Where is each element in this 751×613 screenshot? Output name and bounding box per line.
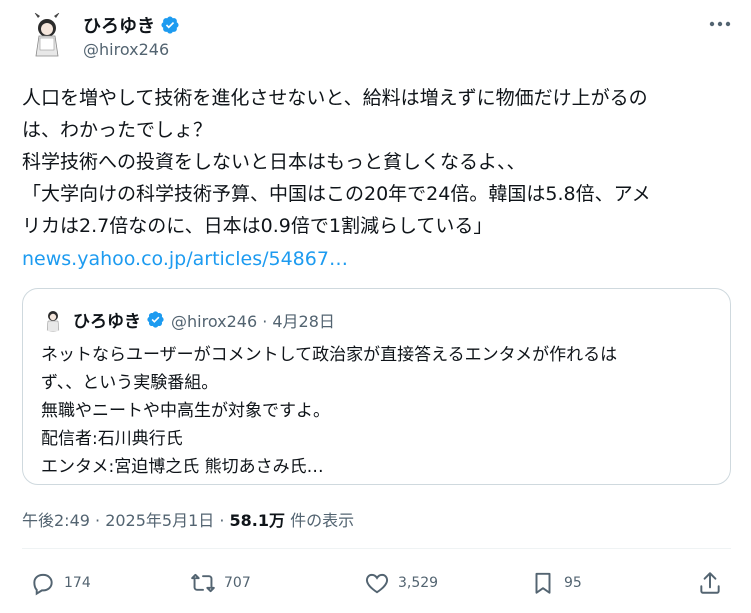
reply-icon	[33, 573, 53, 596]
quoted-author-avatar	[41, 308, 65, 332]
article-link[interactable]: news.yahoo.co.jp/articles/54867…	[22, 243, 348, 275]
share-button[interactable]	[697, 565, 723, 601]
verified-badge-icon	[160, 15, 180, 35]
timestamp[interactable]: 午後2:49 · 2025年5月1日 ·	[22, 511, 230, 530]
reply-button[interactable]: 174	[30, 565, 91, 601]
view-label: 件の表示	[285, 511, 355, 530]
tweet-text: 人口を増やして技術を進化させないと、給料は増えずに物価だけ上がるの は、わかった…	[22, 82, 737, 242]
like-count: 3,529	[398, 575, 439, 591]
quoted-line: 配信者:石川典行氏	[41, 429, 183, 449]
author-name[interactable]: ひろゆき	[83, 12, 155, 38]
tweet-line: 「大学向けの科学技術予算、中国はこの20年で24倍。韓国は5.8倍、アメ	[22, 183, 651, 205]
quoted-header: ひろゆき @hirox246 · 4月28日	[73, 307, 335, 332]
quoted-line: ず、、という実験番組。	[41, 373, 219, 393]
author-name-row: ひろゆき	[83, 12, 180, 38]
like-icon	[365, 573, 389, 594]
quoted-line: エンタメ:宮迫博之氏 熊切あさみ氏…	[41, 457, 324, 477]
more-icon[interactable]	[706, 12, 734, 36]
tweet-line: リカは2.7倍なのに、日本は0.9倍で1割減らしている」	[22, 215, 493, 237]
bookmark-button[interactable]: 95	[530, 565, 582, 601]
tweet-line: 人口を増やして技術を進化させないと、給料は増えずに物価だけ上がるの	[22, 87, 648, 109]
repost-count: 707	[224, 575, 251, 591]
tweet-line: は、わかったでしょ？	[22, 119, 213, 141]
quoted-meta: @hirox246 · 4月28日	[171, 311, 335, 331]
quoted-line: 無職やニートや中高生が対象ですよ。	[41, 401, 330, 421]
repost-icon	[191, 573, 215, 593]
quoted-tweet[interactable]: ひろゆき @hirox246 · 4月28日 ネットならユーザーがコメントして政…	[22, 288, 731, 485]
quoted-author-name: ひろゆき	[73, 312, 141, 332]
divider	[22, 548, 731, 549]
author-handle[interactable]: @hirox246	[83, 40, 169, 59]
repost-button[interactable]: 707	[190, 565, 251, 601]
tweet-meta: 午後2:49 · 2025年5月1日 · 58.1万 件の表示	[22, 507, 354, 531]
tweet-line: 科学技術への投資をしないと日本はもっと貧しくなるよ、、	[22, 151, 526, 173]
like-button[interactable]: 3,529	[364, 565, 438, 601]
share-icon	[700, 572, 720, 594]
quoted-text: ネットならユーザーがコメントして政治家が直接答えるエンタメが作れるは ず、、とい…	[41, 341, 721, 481]
quoted-line: ネットならユーザーがコメントして政治家が直接答えるエンタメが作れるは	[41, 345, 618, 365]
author-avatar[interactable]	[22, 10, 72, 60]
bookmark-count: 95	[564, 575, 582, 591]
view-count: 58.1万	[229, 511, 286, 530]
bookmark-icon	[535, 572, 551, 594]
verified-badge-icon	[146, 310, 166, 330]
action-bar: 174 707 3,529 95	[22, 565, 731, 601]
reply-count: 174	[64, 575, 91, 591]
